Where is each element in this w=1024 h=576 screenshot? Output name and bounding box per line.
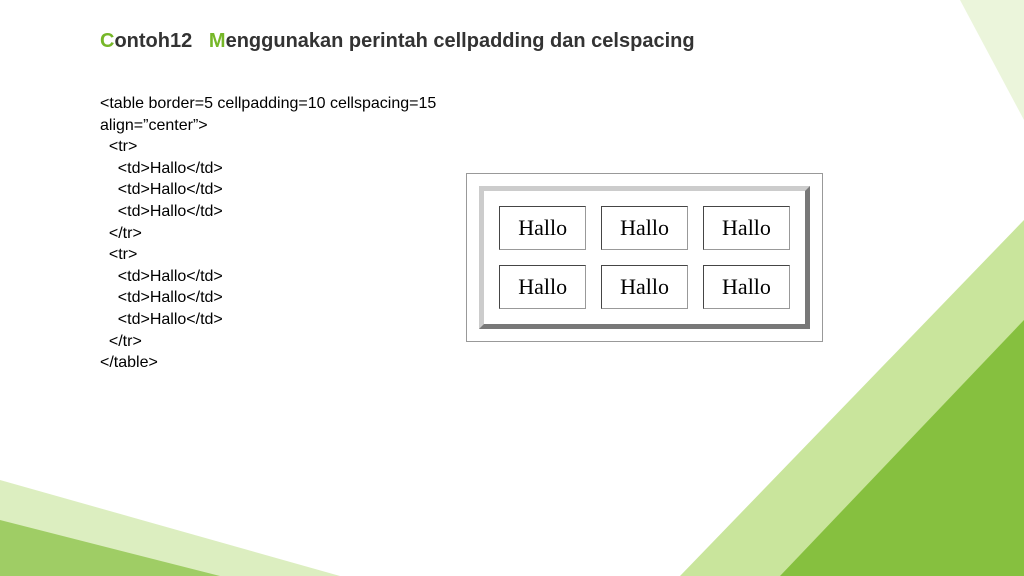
title-text-1: ontoh12 bbox=[114, 30, 208, 52]
table-cell: Hallo bbox=[499, 206, 586, 250]
code-line: align=”center”> bbox=[100, 117, 208, 134]
code-line: </table> bbox=[100, 354, 158, 371]
code-line: <tr> bbox=[100, 246, 137, 263]
example-table: Hallo Hallo Hallo Hallo Hallo Hallo bbox=[479, 186, 810, 329]
code-line: <td>Hallo</td> bbox=[100, 181, 223, 198]
rendered-preview: Hallo Hallo Hallo Hallo Hallo Hallo bbox=[466, 173, 823, 342]
content-row: <table border=5 cellpadding=10 cellspaci… bbox=[100, 93, 924, 374]
code-line: </tr> bbox=[100, 333, 142, 350]
table-row: Hallo Hallo Hallo bbox=[499, 265, 790, 309]
code-line: <td>Hallo</td> bbox=[100, 203, 223, 220]
title-text-2: enggunakan perintah cellpadding dan cels… bbox=[226, 30, 695, 52]
table-cell: Hallo bbox=[703, 265, 790, 309]
table-cell: Hallo bbox=[601, 206, 688, 250]
slide-title: Contoh12 Menggunakan perintah cellpaddin… bbox=[100, 30, 924, 53]
code-line: <td>Hallo</td> bbox=[100, 268, 223, 285]
code-line: <td>Hallo</td> bbox=[100, 311, 223, 328]
code-line: <table border=5 cellpadding=10 cellspaci… bbox=[100, 95, 436, 112]
title-accent-2: M bbox=[209, 30, 226, 52]
title-accent-1: C bbox=[100, 30, 114, 52]
table-cell: Hallo bbox=[703, 206, 790, 250]
code-line: </tr> bbox=[100, 225, 142, 242]
slide: Contoh12 Menggunakan perintah cellpaddin… bbox=[0, 0, 1024, 576]
code-line: <tr> bbox=[100, 138, 137, 155]
code-line: <td>Hallo</td> bbox=[100, 160, 223, 177]
table-cell: Hallo bbox=[601, 265, 688, 309]
code-block: <table border=5 cellpadding=10 cellspaci… bbox=[100, 93, 436, 374]
table-cell: Hallo bbox=[499, 265, 586, 309]
table-row: Hallo Hallo Hallo bbox=[499, 206, 790, 250]
code-line: <td>Hallo</td> bbox=[100, 289, 223, 306]
